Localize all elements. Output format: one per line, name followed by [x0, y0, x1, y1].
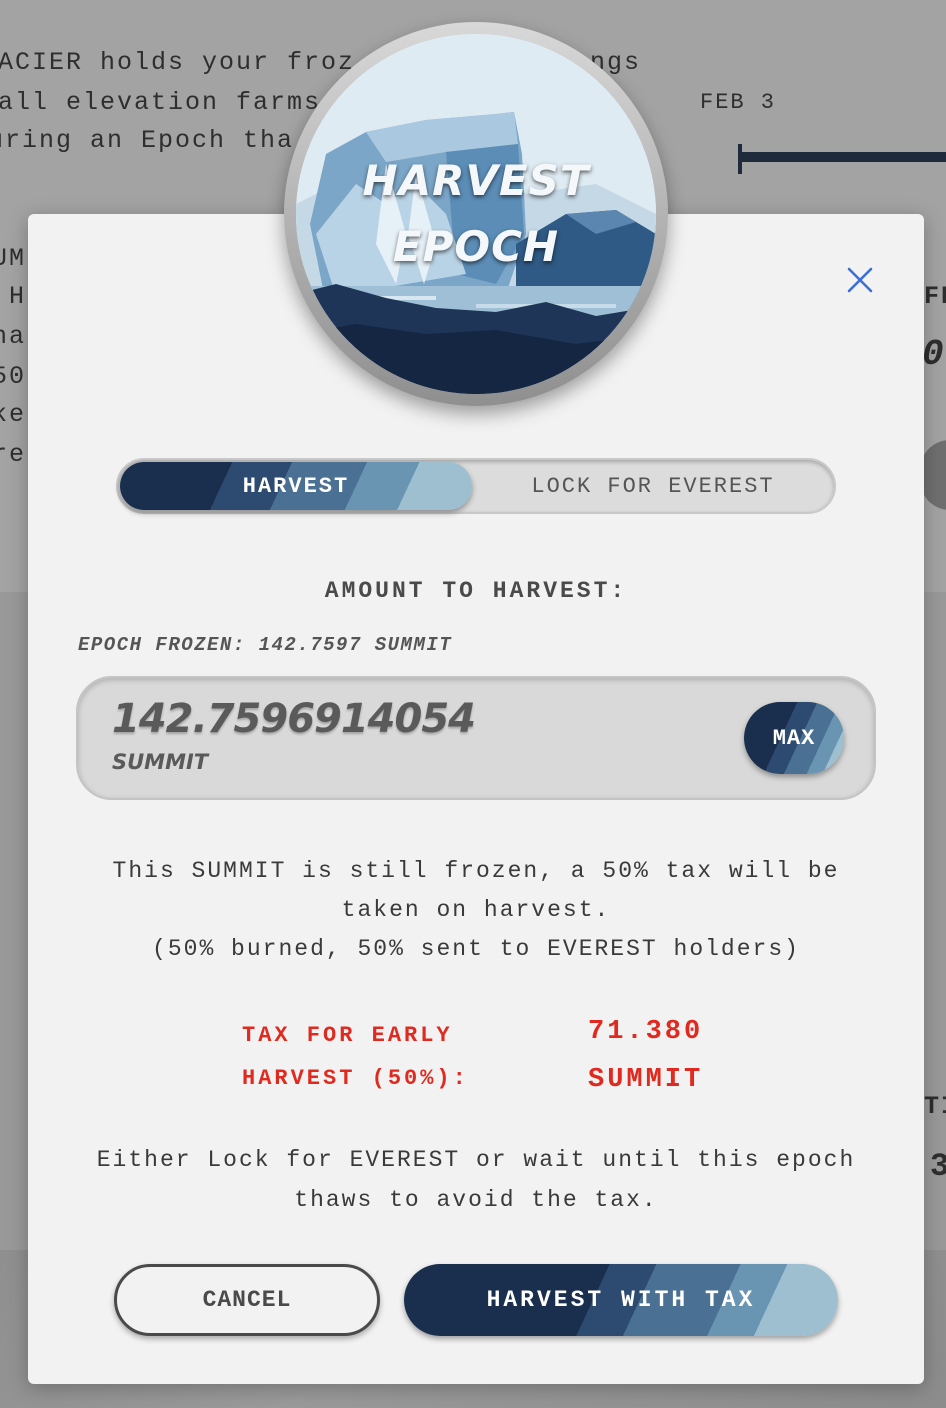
tax-amount-unit: SUMMIT: [588, 1065, 704, 1095]
amount-to-harvest-label: AMOUNT TO HARVEST:: [324, 578, 628, 604]
frozen-tax-split-line: (50% burned, 50% sent to EVEREST holders…: [152, 936, 800, 962]
tax-amount-value: 71.380: [588, 1017, 704, 1047]
background-fragment: ha: [0, 322, 27, 351]
glacier-scene: [296, 34, 656, 394]
cancel-button[interactable]: CANCEL: [114, 1264, 380, 1336]
harvest-with-tax-button[interactable]: HARVEST WITH TAX: [404, 1264, 838, 1336]
harvest-amount-field[interactable]: 142.7596914054 SUMMIT MAX: [76, 676, 876, 800]
background-slider-track: [740, 152, 946, 162]
tab-harvest[interactable]: HARVEST: [120, 462, 472, 510]
max-button[interactable]: MAX: [744, 702, 844, 774]
harvest-amount-unit: SUMMIT: [112, 750, 209, 774]
background-fragment: TI: [924, 1092, 946, 1121]
background-fragment: UM: [0, 244, 27, 273]
frozen-tax-notice-line: This SUMMIT is still frozen, a 50% tax w…: [112, 858, 840, 923]
epoch-frozen-amount: EPOCH FROZEN: 142.7597 SUMMIT: [78, 634, 453, 656]
epoch-badge: HARVEST EPOCH: [284, 22, 668, 406]
badge-title-line2: EPOCH: [392, 222, 560, 271]
background-fragment: 0: [922, 334, 946, 375]
close-button[interactable]: [840, 260, 880, 300]
background-intro-line: uring an Epoch tha: [0, 126, 295, 155]
background-date-label: FEB 3: [700, 90, 777, 115]
frozen-tax-notice: This SUMMIT is still frozen, a 50% tax w…: [68, 852, 884, 969]
harvest-mode-toggle: HARVEST LOCK FOR EVEREST: [116, 458, 836, 514]
avoid-tax-hint: Either Lock for EVEREST or wait until th…: [96, 1147, 856, 1213]
background-fragment: FR: [924, 282, 946, 311]
background-fragment: H: [9, 282, 27, 311]
tax-label: TAX FOR EARLY HARVEST (50%):: [242, 1023, 469, 1091]
harvest-amount-value[interactable]: 142.7596914054: [112, 696, 476, 742]
badge-title-line1: HARVEST: [362, 156, 590, 205]
early-harvest-tax: TAX FOR EARLY HARVEST (50%): 71.380 SUMM…: [242, 1014, 722, 1114]
background-fragment: ke: [0, 400, 27, 429]
background-fragment: 50: [0, 362, 27, 391]
tab-lock-for-everest[interactable]: LOCK FOR EVEREST: [478, 462, 828, 510]
background-fragment: 3: [930, 1148, 946, 1185]
glacier-illustration: HARVEST EPOCH: [296, 34, 656, 394]
background-intro-line: all elevation farms: [0, 88, 322, 117]
tax-amount: 71.380 SUMMIT: [588, 1008, 748, 1104]
close-icon: [847, 267, 873, 293]
background-fragment: re: [0, 440, 27, 469]
